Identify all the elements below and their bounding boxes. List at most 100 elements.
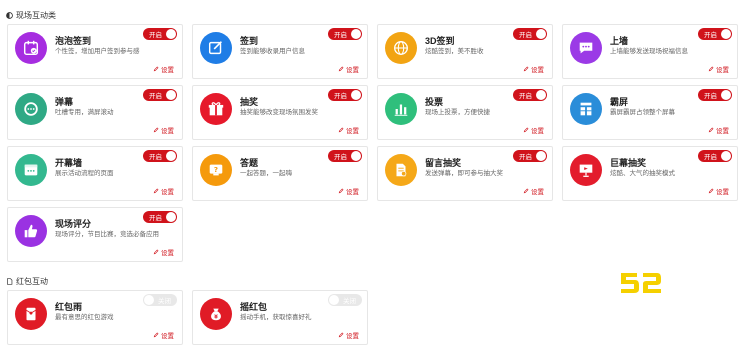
settings-label: 设置 <box>716 189 729 196</box>
feature-card-vote: 投票 现场上投票，方便快捷 开启 设置 <box>377 85 553 140</box>
card-title: 上墙 <box>610 36 629 46</box>
card-title: 开幕墙 <box>55 158 83 168</box>
settings-link[interactable]: 设置 <box>338 125 359 135</box>
enable-toggle[interactable]: 开启 <box>698 150 732 162</box>
settings-label: 设置 <box>346 189 359 196</box>
settings-link[interactable]: 设置 <box>708 186 729 196</box>
edit-icon <box>338 127 344 133</box>
enable-toggle[interactable]: 开启 <box>143 89 177 101</box>
half-circle-icon <box>6 12 13 19</box>
card-description: 现场评分，节目比赛，竞选必备应用 <box>55 231 159 238</box>
card-title: 泡泡签到 <box>55 36 92 46</box>
settings-link[interactable]: 设置 <box>523 186 544 196</box>
settings-link[interactable]: 设置 <box>708 125 729 135</box>
card-title: 摇红包 <box>240 302 268 312</box>
card-description: 摇动手机，获取惊喜好礼 <box>240 314 312 321</box>
settings-label: 设置 <box>161 67 174 74</box>
feature-card-signin: 签到 签到能够收录用户信息 开启 设置 <box>192 24 368 79</box>
enable-toggle[interactable]: 开启 <box>513 89 547 101</box>
card-title: 投票 <box>425 97 444 107</box>
enable-toggle[interactable]: 开启 <box>698 89 732 101</box>
settings-label: 设置 <box>531 128 544 135</box>
settings-link[interactable]: 设置 <box>523 125 544 135</box>
settings-link[interactable]: 设置 <box>338 330 359 340</box>
svg-text:¥: ¥ <box>214 315 218 321</box>
quiz-icon: ? <box>200 154 232 186</box>
feature-card-live-scoring: 现场评分 现场评分，节目比赛，竞选必备应用 开启 设置 <box>7 207 183 262</box>
card-title: 巨幕抽奖 <box>610 158 647 168</box>
edit-icon <box>153 332 159 338</box>
feature-card-red-packet-rain: 红包雨 最有意思的红包游戏 关闭 设置 <box>7 290 183 345</box>
bubble-dots-icon <box>15 93 47 125</box>
card-description: 一起答题，一起嗨 <box>240 170 292 177</box>
enable-toggle[interactable]: 开启 <box>143 28 177 40</box>
bar-chart-icon <box>385 93 417 125</box>
enable-toggle[interactable]: 开启 <box>328 89 362 101</box>
settings-label: 设置 <box>161 128 174 135</box>
enable-toggle[interactable]: 开启 <box>698 28 732 40</box>
enable-toggle[interactable]: 开启 <box>143 211 177 223</box>
settings-link[interactable]: 设置 <box>523 64 544 74</box>
enable-toggle[interactable]: 开启 <box>143 150 177 162</box>
settings-label: 设置 <box>161 333 174 340</box>
enable-toggle[interactable]: 开启 <box>328 150 362 162</box>
settings-link[interactable]: 设置 <box>153 64 174 74</box>
edit-icon <box>523 127 529 133</box>
settings-link[interactable]: 设置 <box>338 186 359 196</box>
card-description: 抽奖能够改变现场氛围发奖 <box>240 109 318 116</box>
edit-icon <box>708 127 714 133</box>
edit-icon <box>338 332 344 338</box>
settings-link[interactable]: 设置 <box>708 64 729 74</box>
card-description: 签到能够收录用户信息 <box>240 48 305 55</box>
edit-icon <box>153 249 159 255</box>
edit-icon <box>338 66 344 72</box>
edit-icon <box>523 188 529 194</box>
card-description: 个性签，增加用户签到参与感 <box>55 48 140 55</box>
document-icon <box>385 154 417 186</box>
edit-check-icon <box>200 32 232 64</box>
card-title: 3D签到 <box>425 36 455 46</box>
card-description: 炫酷签到，美不胜收 <box>425 48 484 55</box>
presentation-icon <box>570 154 602 186</box>
settings-label: 设置 <box>531 67 544 74</box>
settings-label: 设置 <box>161 189 174 196</box>
settings-label: 设置 <box>531 189 544 196</box>
card-description: 现场上投票，方便快捷 <box>425 109 490 116</box>
edit-icon <box>708 66 714 72</box>
enable-toggle[interactable]: 开启 <box>513 150 547 162</box>
feature-card-wall: 上墙 上墙能够发送现场祝福信息 开启 设置 <box>562 24 738 79</box>
edit-icon <box>153 188 159 194</box>
card-title: 签到 <box>240 36 259 46</box>
calendar-check-icon <box>15 32 47 64</box>
enable-toggle[interactable]: 关闭 <box>143 294 177 306</box>
card-description: 吐槽专用，满屏滚动 <box>55 109 114 116</box>
section-title-text: 现场互动类 <box>16 11 56 20</box>
card-title: 答题 <box>240 158 259 168</box>
thumbs-up-icon <box>15 215 47 247</box>
edit-icon <box>153 66 159 72</box>
settings-link[interactable]: 设置 <box>153 186 174 196</box>
feature-card-3d-signin: 3D签到 炫酷签到，美不胜收 开启 设置 <box>377 24 553 79</box>
settings-link[interactable]: 设置 <box>338 64 359 74</box>
settings-link[interactable]: 设置 <box>153 125 174 135</box>
document-outline-icon <box>7 278 13 285</box>
gift-icon <box>200 93 232 125</box>
settings-link[interactable]: 设置 <box>153 330 174 340</box>
card-description: 最有意思的红包游戏 <box>55 314 114 321</box>
settings-label: 设置 <box>161 250 174 257</box>
globe-icon <box>385 32 417 64</box>
enable-toggle[interactable]: 开启 <box>328 28 362 40</box>
edit-icon <box>153 127 159 133</box>
section-title-interactive: 现场互动类 <box>6 10 56 21</box>
card-title: 红包雨 <box>55 302 83 312</box>
settings-link[interactable]: 设置 <box>153 247 174 257</box>
feature-card-quiz: ? 答题 一起答题，一起嗨 开启 设置 <box>192 146 368 201</box>
feature-card-lottery: 抽奖 抽奖能够改变现场氛围发奖 开启 设置 <box>192 85 368 140</box>
feature-card-message-lottery: 留言抽奖 发送弹幕，即可参与抽大奖 开启 设置 <box>377 146 553 201</box>
card-description: 展示活动流程的页面 <box>55 170 114 177</box>
card-description: 上墙能够发送现场祝福信息 <box>610 48 688 55</box>
enable-toggle[interactable]: 关闭 <box>328 294 362 306</box>
logo-52-icon <box>621 273 661 293</box>
card-title: 抽奖 <box>240 97 259 107</box>
enable-toggle[interactable]: 开启 <box>513 28 547 40</box>
